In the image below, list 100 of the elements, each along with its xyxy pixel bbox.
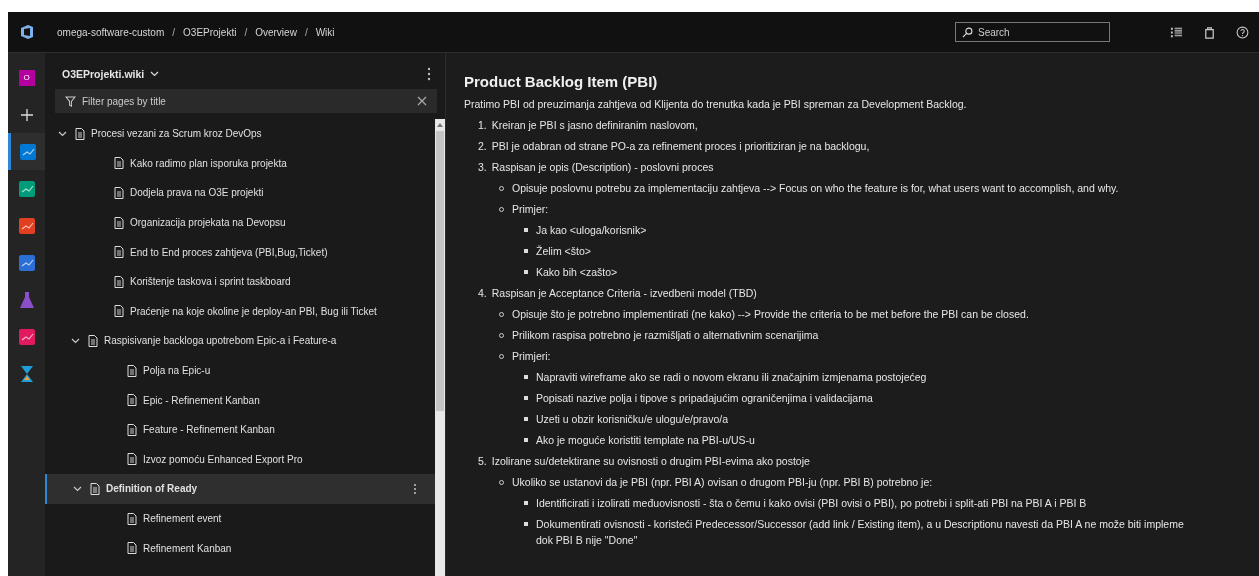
org-avatar[interactable]: O bbox=[18, 69, 35, 86]
list-item-text: Opisuje poslovnu potrebu za implementaciju zahtjeva --> Focus on who the feature is for, what users want to accomplish, and why. bbox=[512, 181, 1119, 196]
page-title: Korištenje taskova i sprint taskboard bbox=[130, 276, 291, 288]
breadcrumb-separator: / bbox=[244, 26, 248, 38]
page-title: Definition of Ready bbox=[106, 483, 198, 495]
tree-item[interactable]: Praćenje na koje okoline je deploy-an PBI, Bug ili Ticket bbox=[45, 296, 435, 327]
page-icon bbox=[114, 187, 124, 199]
page-title: Epic - Refinement Kanban bbox=[143, 394, 260, 406]
list-number: 1. bbox=[478, 118, 487, 133]
rail-item[interactable] bbox=[8, 133, 45, 170]
bullet-icon bbox=[524, 396, 528, 400]
app-icon[interactable] bbox=[17, 253, 36, 272]
tree-item[interactable]: Raspisivanje backloga upotrebom Epic-a i Feature-a bbox=[45, 326, 435, 356]
filter-icon bbox=[65, 96, 76, 107]
bullet-icon bbox=[524, 501, 528, 505]
page-icon bbox=[127, 364, 137, 377]
app-icon[interactable] bbox=[17, 327, 36, 346]
page-title: Refinement event bbox=[143, 513, 222, 524]
page-title: Procesi vezani za Scrum kroz DevOps bbox=[91, 128, 262, 140]
bullet-icon bbox=[524, 417, 528, 421]
list-item-text: Želim <što> bbox=[536, 244, 591, 259]
list-number: 2. bbox=[478, 139, 487, 154]
page-title: Raspisivanje backloga upotrebom Epic-a i Feature-a bbox=[104, 335, 337, 347]
list-item-text: Popisati nazive polja i tipove s pripadajućim ograničenjima i validacijama bbox=[536, 391, 873, 406]
list-item-text: Opisuje što je potrebno implementirati (ne kako) --> Provide the criteria to be met before the PBI can be closed. bbox=[512, 307, 1029, 322]
page-icon bbox=[114, 275, 124, 288]
page-title: Dodjela prava na O3E projekti bbox=[130, 187, 264, 199]
devops-logo-icon[interactable] bbox=[19, 24, 35, 40]
breadcrumb-link[interactable]: omega-software-custom bbox=[57, 26, 165, 38]
tree-item[interactable]: Refinement event bbox=[45, 503, 435, 534]
help-icon[interactable] bbox=[1236, 25, 1249, 39]
bullet-icon bbox=[524, 249, 528, 253]
rail-item[interactable]: O bbox=[8, 59, 45, 96]
page-title: Feature - Refinement Kanban bbox=[143, 424, 275, 436]
list-item-text: Primjer: bbox=[512, 202, 549, 217]
bullet-icon bbox=[524, 522, 528, 526]
app-icon[interactable] bbox=[17, 216, 36, 235]
tree-item[interactable]: End to End proces zahtjeva (PBI,Bug,Ticket) bbox=[45, 237, 435, 267]
search-field[interactable]: Search bbox=[955, 22, 1110, 42]
hourglass-icon[interactable] bbox=[19, 364, 34, 383]
list-item-text: Ja kao <uloga/korisnik> bbox=[536, 223, 647, 238]
scrollbar-thumb[interactable] bbox=[436, 131, 444, 411]
breadcrumb-link[interactable]: O3EProjekti bbox=[183, 26, 237, 38]
chart-icon[interactable] bbox=[19, 142, 37, 161]
list-item-text: Napraviti wireframe ako se radi o novom ekranu ili značajnim izmjenama postojećeg bbox=[536, 370, 927, 385]
page-icon bbox=[90, 482, 100, 495]
tree-item[interactable]: Korištenje taskova i sprint taskboard bbox=[45, 266, 435, 297]
chevron-down-icon[interactable] bbox=[58, 129, 67, 139]
tree-item[interactable]: Kako radimo plan isporuka projekta bbox=[45, 148, 435, 179]
page-icon bbox=[127, 423, 137, 436]
page-icon bbox=[114, 305, 124, 318]
list-item-text: Izolirane su/detektirane su ovisnosti o drugim PBI-evima ako postoje bbox=[491, 454, 810, 469]
search-icon bbox=[962, 27, 973, 38]
more-icon[interactable] bbox=[427, 67, 431, 81]
chevron-down-icon[interactable] bbox=[71, 336, 80, 346]
app-icon[interactable] bbox=[17, 179, 36, 198]
page-icon bbox=[75, 127, 85, 140]
list-number: 3. bbox=[478, 160, 487, 175]
filter-field[interactable]: Filter pages by title bbox=[55, 89, 437, 113]
close-icon[interactable] bbox=[417, 96, 427, 106]
tree-item[interactable]: Epic - Refinement Kanban bbox=[45, 385, 435, 415]
list-item-text: Ukoliko se ustanovi da je PBI (npr. PBI A) ovisan o drugom PBI-ju (npr. PBI B) potrebno je: bbox=[512, 475, 933, 490]
list-number: 4. bbox=[478, 286, 487, 301]
breadcrumb-link[interactable]: Wiki bbox=[315, 26, 335, 38]
tree-item[interactable]: Polja na Epic-u bbox=[45, 355, 435, 386]
plus-icon[interactable] bbox=[19, 107, 34, 122]
breadcrumb-separator: / bbox=[304, 26, 308, 38]
page-icon bbox=[114, 216, 124, 229]
tree-item[interactable]: Definition of Ready bbox=[45, 474, 435, 504]
page-icon bbox=[127, 512, 137, 525]
list-item-text: Kako bih <zašto> bbox=[536, 265, 618, 280]
list-item-text: Ako je moguće koristiti template na PBI-u/US-u bbox=[536, 433, 755, 448]
wiki-name-dropdown[interactable]: O3EProjekti.wiki bbox=[62, 68, 160, 80]
tree-item[interactable]: Procesi vezani za Scrum kroz DevOps bbox=[45, 119, 435, 149]
list-icon[interactable] bbox=[1170, 25, 1183, 39]
page-icon bbox=[114, 157, 124, 170]
page-icon bbox=[127, 453, 137, 466]
flask-icon[interactable] bbox=[18, 290, 35, 309]
breadcrumb-link[interactable]: Overview bbox=[255, 26, 297, 38]
page-title: Polja na Epic-u bbox=[143, 365, 211, 377]
page-title: End to End proces zahtjeva (PBI,Bug,Ticket) bbox=[130, 246, 328, 258]
tree-item[interactable]: Feature - Refinement Kanban bbox=[45, 414, 435, 445]
page-icon bbox=[127, 542, 137, 555]
page-title: Refinement Kanban bbox=[143, 542, 232, 554]
tree-item[interactable]: Refinement Kanban bbox=[45, 533, 435, 563]
list-item-text: Kreiran je PBI s jasno definiranim naslovom, bbox=[491, 118, 698, 133]
chevron-down-icon bbox=[150, 71, 160, 77]
list-item-text: Prilikom raspisa potrebno je razmišljati o alternativnim scenarijima bbox=[512, 328, 819, 343]
list-item-text: Dokumentirati ovisnosti - koristeći Predecessor/Successor (add link / Existing item), a u Descriptionu navesti da PBI A ne može biti impleme dok PBI B nije "Done" bbox=[536, 517, 1184, 548]
bullet-icon bbox=[524, 438, 528, 442]
chevron-down-icon[interactable] bbox=[73, 484, 82, 494]
tree-item[interactable]: Organizacija projekata na Devopsu bbox=[45, 207, 435, 238]
scroll-up-icon[interactable] bbox=[437, 123, 443, 127]
more-icon[interactable] bbox=[413, 482, 417, 495]
scrollbar[interactable] bbox=[435, 119, 445, 576]
page-title: Kako radimo plan isporuka projekta bbox=[130, 157, 287, 169]
tree-item[interactable]: Izvoz pomoću Enhanced Export Pro bbox=[45, 444, 435, 475]
bullet-icon bbox=[524, 270, 528, 274]
list-item-text: Raspisan je opis (Description) - poslovni proces bbox=[491, 160, 714, 175]
tree-item[interactable]: Dodjela prava na O3E projekti bbox=[45, 178, 435, 208]
